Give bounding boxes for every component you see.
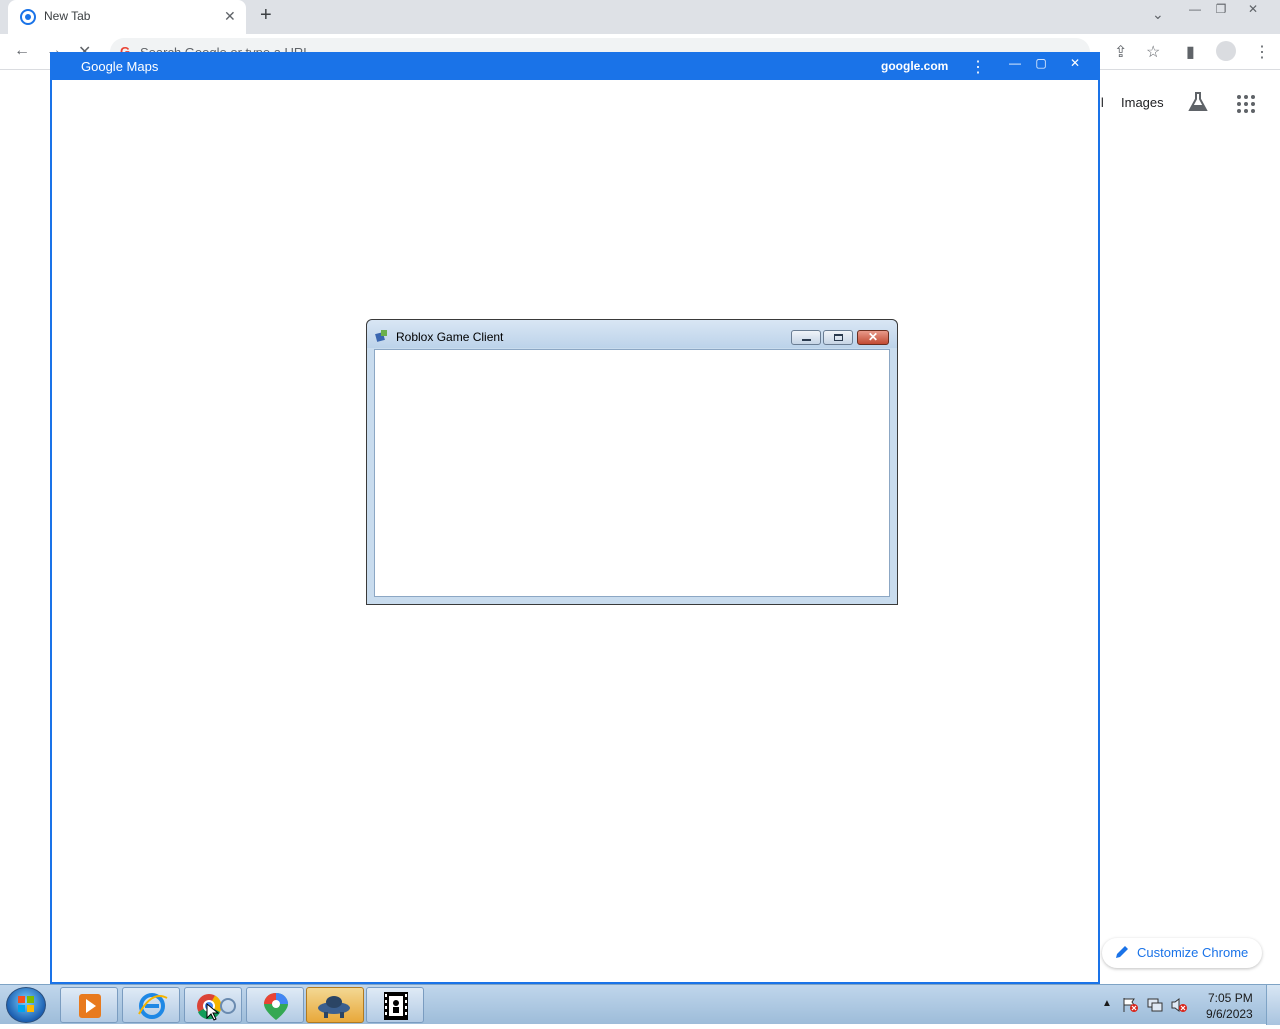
taskbar-film-app[interactable]: [366, 987, 424, 1023]
close-button[interactable]: ✕: [857, 330, 889, 345]
internet-explorer-icon: [138, 993, 168, 1019]
chevron-down-icon[interactable]: ⌄: [1152, 6, 1164, 23]
close-icon[interactable]: ✕: [1242, 2, 1264, 16]
pencil-icon: [1116, 946, 1128, 958]
back-icon[interactable]: ←: [14, 42, 30, 60]
maximize-icon: [834, 334, 843, 341]
roblox-client-area[interactable]: [374, 349, 890, 597]
roblox-title-bar[interactable]: Roblox Game Client ✕: [367, 320, 897, 348]
close-icon[interactable]: ✕: [1064, 54, 1086, 72]
images-link[interactable]: Images: [1121, 95, 1164, 110]
show-hidden-icons-icon[interactable]: ▲: [1102, 998, 1112, 1009]
clock-date[interactable]: 9/6/2023: [1206, 1007, 1253, 1021]
apps-grid-icon[interactable]: [1236, 94, 1256, 114]
minimize-icon[interactable]: —: [1184, 2, 1206, 16]
taskbar-google-maps[interactable]: [246, 987, 304, 1023]
maps-domain-label: google.com: [881, 59, 949, 73]
show-desktop-button[interactable]: [1266, 985, 1280, 1025]
roblox-icon: [318, 996, 350, 1018]
restore-icon[interactable]: ❐: [1210, 2, 1232, 16]
taskbar-roblox[interactable]: [306, 987, 364, 1023]
bookmark-star-icon[interactable]: ☆: [1146, 42, 1160, 62]
media-player-icon: [79, 994, 101, 1018]
customize-chrome-label: Customize Chrome: [1137, 945, 1249, 960]
minimize-button[interactable]: [791, 330, 821, 345]
more-menu-icon[interactable]: ⋮: [1254, 42, 1270, 62]
more-menu-icon[interactable]: ⋮: [970, 57, 986, 77]
share-icon[interactable]: ⇪: [1114, 42, 1127, 62]
maximize-icon[interactable]: ▢: [1030, 54, 1052, 72]
tab-new-tab[interactable]: New Tab ✕: [8, 0, 246, 34]
roblox-app-icon: [375, 330, 387, 342]
system-tray: ▲ 7:05 PM 9/6/2023: [1096, 985, 1280, 1025]
roblox-game-client-window: Roblox Game Client ✕: [366, 319, 898, 605]
clock-time[interactable]: 7:05 PM: [1208, 991, 1253, 1005]
network-icon[interactable]: [1146, 997, 1164, 1013]
chrome-favicon-icon: [20, 9, 36, 25]
minimize-icon: [802, 339, 811, 341]
roblox-window-title: Roblox Game Client: [396, 330, 504, 344]
maps-window-title: Google Maps: [81, 59, 159, 74]
tab-strip: New Tab ✕ + ⌄ — ❐ ✕: [0, 0, 1280, 34]
taskbar-chrome[interactable]: [184, 987, 242, 1023]
minimize-icon[interactable]: —: [1004, 54, 1026, 72]
volume-muted-icon[interactable]: [1170, 997, 1188, 1013]
google-maps-icon: [264, 993, 288, 1020]
side-panel-icon[interactable]: ▮: [1186, 42, 1195, 62]
maximize-button[interactable]: [823, 330, 853, 345]
new-tab-button[interactable]: +: [260, 4, 272, 27]
labs-flask-icon[interactable]: [1186, 90, 1210, 114]
maps-title-bar[interactable]: Google Maps google.com ⋮ — ▢ ✕: [52, 52, 1098, 80]
customize-chrome-button[interactable]: Customize Chrome: [1102, 938, 1262, 968]
start-button[interactable]: [6, 987, 46, 1023]
chrome-icon: [197, 994, 236, 1021]
close-icon: ✕: [867, 330, 879, 344]
tab-title: New Tab: [44, 9, 91, 23]
film-strip-icon: [384, 992, 408, 1020]
windows-logo-icon: [18, 996, 34, 1012]
taskbar-media-player[interactable]: [60, 987, 118, 1023]
taskbar-internet-explorer[interactable]: [122, 987, 180, 1023]
close-icon[interactable]: ✕: [224, 8, 236, 25]
profile-avatar-icon[interactable]: [1216, 41, 1236, 61]
taskbar: ▲ 7:05 PM 9/6/2023: [0, 984, 1280, 1025]
action-center-flag-icon[interactable]: [1122, 997, 1140, 1013]
